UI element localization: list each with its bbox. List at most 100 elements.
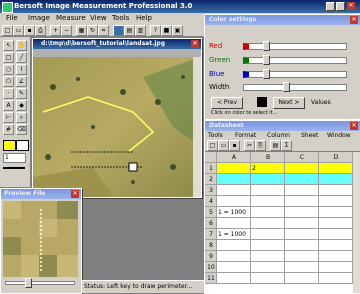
table-cell[interactable] <box>285 229 319 240</box>
table-cell[interactable] <box>319 218 353 229</box>
table-cell[interactable]: 2 <box>251 163 285 174</box>
aerial-image[interactable] <box>33 57 201 197</box>
table-cell[interactable] <box>319 251 353 262</box>
row-header[interactable]: 4 <box>205 196 217 207</box>
datasheet-menu-tools[interactable]: Tools <box>208 132 223 139</box>
line-icon[interactable]: ╱ <box>16 52 27 63</box>
table-cell[interactable] <box>251 196 285 207</box>
table-cell[interactable] <box>217 185 251 196</box>
row-header[interactable]: 1 <box>205 163 217 174</box>
row-header[interactable]: 7 <box>205 229 217 240</box>
secondary-color-swatch[interactable] <box>16 140 29 151</box>
table-cell[interactable] <box>285 185 319 196</box>
hand-icon[interactable]: ✋ <box>16 40 27 51</box>
ds-save-icon[interactable]: ▪ <box>229 140 240 151</box>
table-cell[interactable] <box>217 163 251 174</box>
column-header[interactable] <box>205 152 217 163</box>
datasheet-menu-sheet[interactable]: Sheet <box>301 132 318 139</box>
table-cell[interactable] <box>319 163 353 174</box>
pencil-icon[interactable]: ✎ <box>16 88 27 99</box>
menu-view[interactable]: View <box>90 14 107 22</box>
current-color-swatch[interactable] <box>257 97 267 107</box>
table-cell[interactable] <box>319 229 353 240</box>
ds-sum-icon[interactable]: Σ <box>281 140 292 151</box>
ds-open-icon[interactable]: ▭ <box>218 140 229 151</box>
table-cell[interactable] <box>251 229 285 240</box>
table-cell[interactable] <box>251 207 285 218</box>
table-cell[interactable] <box>285 240 319 251</box>
ds-chart-icon[interactable]: ▤ <box>270 140 281 151</box>
column-header[interactable]: A <box>217 152 251 163</box>
table-icon[interactable]: ▥ <box>135 25 146 36</box>
table-cell[interactable] <box>285 251 319 262</box>
table-cell[interactable] <box>217 174 251 185</box>
row-header[interactable]: 6 <box>205 218 217 229</box>
image-window-close[interactable]: ✕ <box>191 40 199 48</box>
row-header[interactable]: 5 <box>205 207 217 218</box>
grid-icon[interactable]: ▦ <box>76 25 87 36</box>
zoom-in-icon[interactable]: + <box>50 25 61 36</box>
prev-button[interactable]: < Prev <box>211 97 243 109</box>
datasheet-menu-format[interactable]: Format <box>235 132 256 139</box>
red-slider[interactable] <box>243 41 347 51</box>
minimize-button[interactable] <box>326 2 335 11</box>
table-cell[interactable] <box>251 262 285 273</box>
table-cell[interactable] <box>251 174 285 185</box>
datasheet-menu-window[interactable]: Window <box>327 132 351 139</box>
table-cell[interactable] <box>217 218 251 229</box>
column-header[interactable]: C <box>285 152 319 163</box>
point-icon[interactable]: · <box>3 88 14 99</box>
table-cell[interactable] <box>217 240 251 251</box>
help-icon[interactable]: ? <box>150 25 161 36</box>
table-cell[interactable]: 1 = 1000 <box>217 229 251 240</box>
table-cell[interactable] <box>251 251 285 262</box>
table-cell[interactable] <box>217 196 251 207</box>
vertical-scrollbar[interactable] <box>193 57 201 197</box>
datasheet-scrollbar[interactable] <box>353 152 360 293</box>
column-header[interactable]: B <box>251 152 285 163</box>
table-cell[interactable] <box>251 218 285 229</box>
table-cell[interactable] <box>319 273 353 284</box>
table-cell[interactable] <box>319 196 353 207</box>
zoom-out-icon[interactable]: − <box>61 25 72 36</box>
ds-new-icon[interactable]: □ <box>207 140 218 151</box>
open-icon[interactable]: ▭ <box>13 25 24 36</box>
stop-icon[interactable]: ■ <box>161 25 172 36</box>
table-cell[interactable] <box>251 240 285 251</box>
next-button[interactable]: Next > <box>273 97 305 109</box>
table-cell[interactable] <box>217 262 251 273</box>
new-icon[interactable]: □ <box>2 25 13 36</box>
datasheet-grid[interactable]: ABCD 1223451 = 1000 6 7 1 = 1000 8 9 10 11 <box>205 152 353 284</box>
table-cell[interactable] <box>319 207 353 218</box>
datasheet-menu-column[interactable]: Column <box>267 132 290 139</box>
fill-icon[interactable]: ◆ <box>16 100 27 111</box>
table-cell[interactable] <box>285 273 319 284</box>
color-window-close[interactable]: ✕ <box>350 16 358 24</box>
crop-icon[interactable]: ⌗ <box>98 25 109 36</box>
table-cell[interactable] <box>319 240 353 251</box>
ellipse-icon[interactable]: ○ <box>3 64 14 75</box>
color-icon[interactable] <box>113 25 124 36</box>
table-cell[interactable] <box>285 196 319 207</box>
ds-cut-icon[interactable]: ✂ <box>244 140 255 151</box>
blue-slider[interactable] <box>243 69 347 79</box>
table-cell[interactable] <box>217 251 251 262</box>
save-icon[interactable]: ▪ <box>24 25 35 36</box>
text-icon[interactable]: A <box>3 100 14 111</box>
table-cell[interactable] <box>319 185 353 196</box>
row-header[interactable]: 10 <box>205 262 217 273</box>
zoom-input[interactable]: 1 <box>3 153 26 163</box>
row-header[interactable]: 9 <box>205 251 217 262</box>
rotate-icon[interactable]: ↻ <box>87 25 98 36</box>
table-cell[interactable] <box>251 185 285 196</box>
select-icon[interactable]: ↖ <box>3 40 14 51</box>
green-slider[interactable] <box>243 55 347 65</box>
menu-tools[interactable]: Tools <box>112 14 129 22</box>
close-button[interactable]: ✕ <box>347 2 355 10</box>
menu-measure[interactable]: Measure <box>56 14 86 22</box>
maximize-button[interactable] <box>336 2 345 11</box>
row-header[interactable]: 3 <box>205 185 217 196</box>
ds-copy-icon[interactable]: ⎘ <box>255 140 266 151</box>
menu-file[interactable]: File <box>6 14 18 22</box>
chart-icon[interactable]: ▤ <box>124 25 135 36</box>
